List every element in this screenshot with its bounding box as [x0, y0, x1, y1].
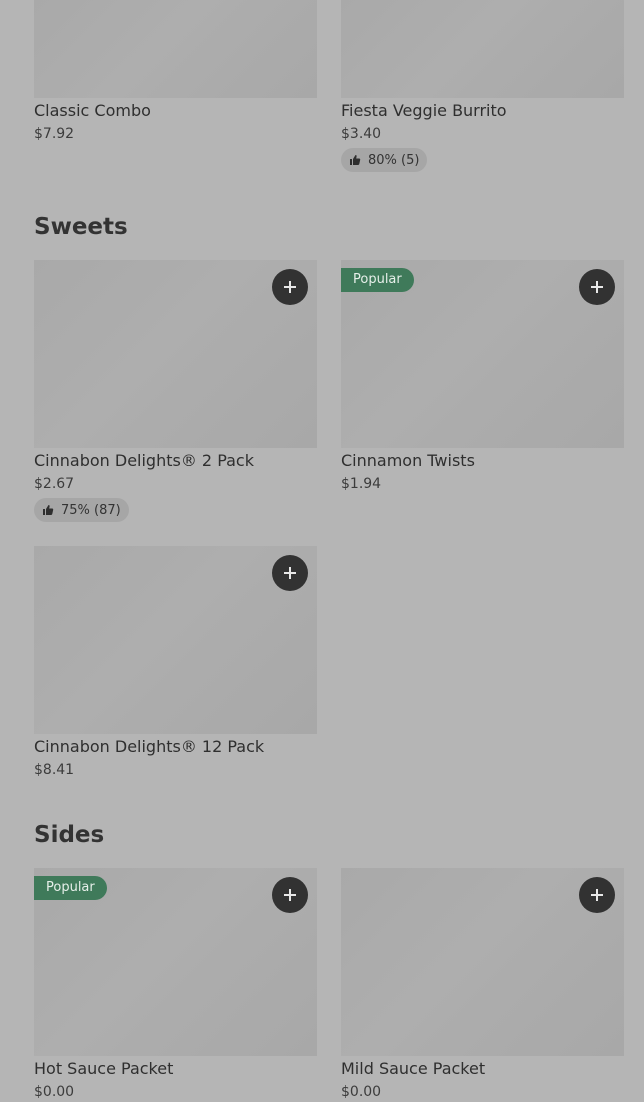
add-button[interactable] — [272, 269, 308, 305]
item-price: $3.40 — [341, 126, 382, 142]
add-button[interactable] — [272, 877, 308, 913]
plus-icon — [284, 567, 296, 579]
item-price: $7.92 — [34, 126, 75, 142]
item-price: $2.67 — [34, 476, 75, 492]
item-name[interactable]: Cinnamon Twists — [341, 451, 475, 471]
plus-icon — [591, 281, 603, 293]
item-price: $0.00 — [341, 1084, 382, 1100]
section-title-sides: Sides — [34, 822, 105, 848]
popular-badge: Popular — [341, 268, 414, 292]
item-name[interactable]: Classic Combo — [34, 101, 151, 121]
rating-pill: 80% (5) — [341, 148, 428, 172]
plus-icon — [591, 889, 603, 901]
item-price: $1.94 — [341, 476, 382, 492]
item-name[interactable]: Mild Sauce Packet — [341, 1059, 485, 1079]
thumbs-up-icon — [350, 155, 361, 165]
item-price: $8.41 — [34, 762, 75, 778]
plus-icon — [284, 281, 296, 293]
plus-icon — [284, 889, 296, 901]
add-button[interactable] — [579, 877, 615, 913]
item-image-classic-combo[interactable] — [34, 0, 317, 98]
item-name[interactable]: Hot Sauce Packet — [34, 1059, 173, 1079]
item-name[interactable]: Fiesta Veggie Burrito — [341, 101, 507, 121]
rating-pill: 75% (87) — [34, 498, 129, 522]
rating-text: 80% (5) — [368, 152, 420, 168]
item-name[interactable]: Cinnabon Delights® 2 Pack — [34, 451, 254, 471]
item-price: $0.00 — [34, 1084, 75, 1100]
item-image-fiesta-veggie-burrito[interactable] — [341, 0, 624, 98]
add-button[interactable] — [272, 555, 308, 591]
add-button[interactable] — [579, 269, 615, 305]
item-name[interactable]: Cinnabon Delights® 12 Pack — [34, 737, 264, 757]
popular-badge: Popular — [34, 876, 107, 900]
section-title-sweets: Sweets — [34, 214, 128, 240]
thumbs-up-icon — [43, 505, 54, 515]
rating-text: 75% (87) — [61, 502, 121, 518]
